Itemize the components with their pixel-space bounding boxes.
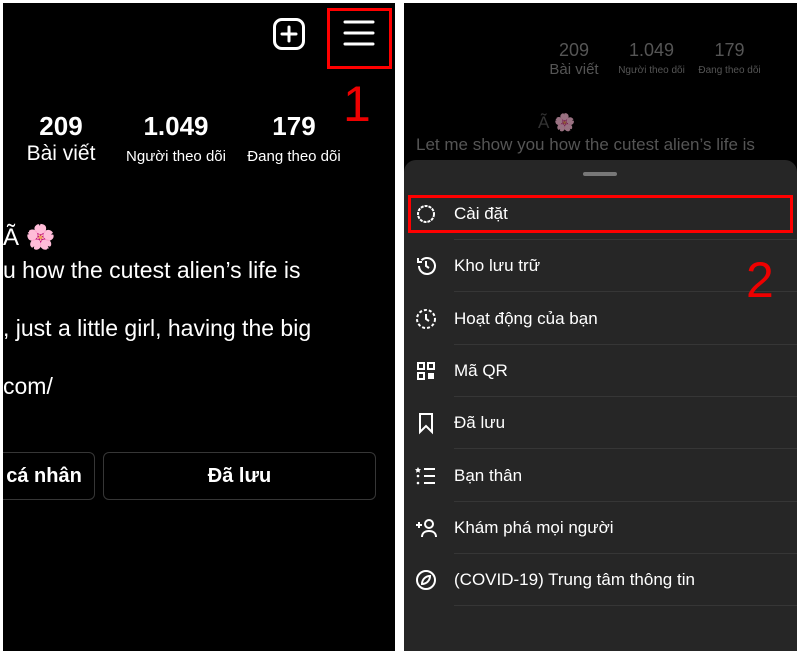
new-post-button[interactable] bbox=[273, 18, 305, 50]
plus-icon bbox=[280, 25, 298, 43]
menu-item[interactable]: Kho lưu trữ bbox=[404, 240, 797, 293]
menu-item-label: Đã lưu bbox=[454, 413, 506, 433]
menu-sheet: Cài đặt Kho lưu trữ Hoạt động của bạn Mã QR… bbox=[404, 160, 797, 651]
add-person-icon bbox=[414, 516, 438, 540]
profile-screen: 1 209 Bài viết 1.049 Người theo dõi 179 … bbox=[3, 3, 395, 651]
menu-item[interactable]: Đã lưu bbox=[404, 397, 797, 450]
stat-following: 179 Đang theo dõi bbox=[698, 40, 761, 76]
step-label-2: 2 bbox=[746, 252, 774, 308]
menu-item-label: (COVID-19) Trung tâm thông tin bbox=[454, 570, 695, 590]
drag-handle[interactable] bbox=[583, 172, 617, 176]
stat-following[interactable]: 179 Đang theo dõi bbox=[239, 111, 349, 165]
menu-item-label: Khám phá mọi người bbox=[454, 517, 614, 537]
menu-item-label: Mã QR bbox=[454, 360, 508, 380]
menu-item-label: Kho lưu trữ bbox=[454, 256, 541, 276]
profile-name: Ã 🌸 bbox=[538, 113, 576, 132]
close-friends-icon bbox=[414, 464, 438, 488]
bookmark-icon bbox=[414, 411, 438, 435]
bio-line: u how the cutest alien’s life is bbox=[3, 257, 301, 283]
menu-screen: 209 Bài viết 1.049 Người theo dõi 179 Đa… bbox=[404, 3, 797, 651]
menu-item[interactable]: (COVID-19) Trung tâm thông tin bbox=[404, 554, 797, 607]
profile-name: Ã 🌸 bbox=[3, 224, 56, 251]
saved-button[interactable]: Đã lưu bbox=[103, 452, 376, 500]
qr-code-icon bbox=[414, 359, 438, 383]
highlight-menu-button bbox=[327, 8, 392, 69]
bio-line: Let me show you how the cutest alien’s l… bbox=[416, 135, 755, 154]
activity-icon bbox=[414, 307, 438, 331]
stat-posts[interactable]: 209 Bài viết bbox=[16, 111, 106, 166]
menu-item-label: Hoạt động của bạn bbox=[454, 308, 598, 328]
menu-item[interactable]: Hoạt động của bạn bbox=[404, 293, 797, 345]
menu-item-label: Bạn thân bbox=[454, 465, 523, 485]
covid-info-icon bbox=[414, 568, 438, 592]
bio-link[interactable]: com/ bbox=[3, 373, 53, 400]
highlight-settings bbox=[408, 195, 793, 233]
edit-profile-button[interactable]: cá nhân bbox=[3, 452, 95, 500]
stat-posts: 209 Bài viết bbox=[549, 40, 599, 78]
menu-item[interactable]: Mã QR bbox=[404, 345, 797, 397]
menu-item[interactable]: Khám phá mọi người bbox=[404, 502, 797, 554]
divider bbox=[454, 605, 797, 607]
archive-icon bbox=[414, 254, 438, 278]
menu-item[interactable]: Bạn thân bbox=[404, 450, 797, 502]
bio-line: , just a little girl, having the big bbox=[3, 315, 312, 341]
stat-followers: 1.049 Người theo dõi bbox=[618, 40, 685, 76]
stat-followers[interactable]: 1.049 Người theo dõi bbox=[121, 111, 231, 165]
